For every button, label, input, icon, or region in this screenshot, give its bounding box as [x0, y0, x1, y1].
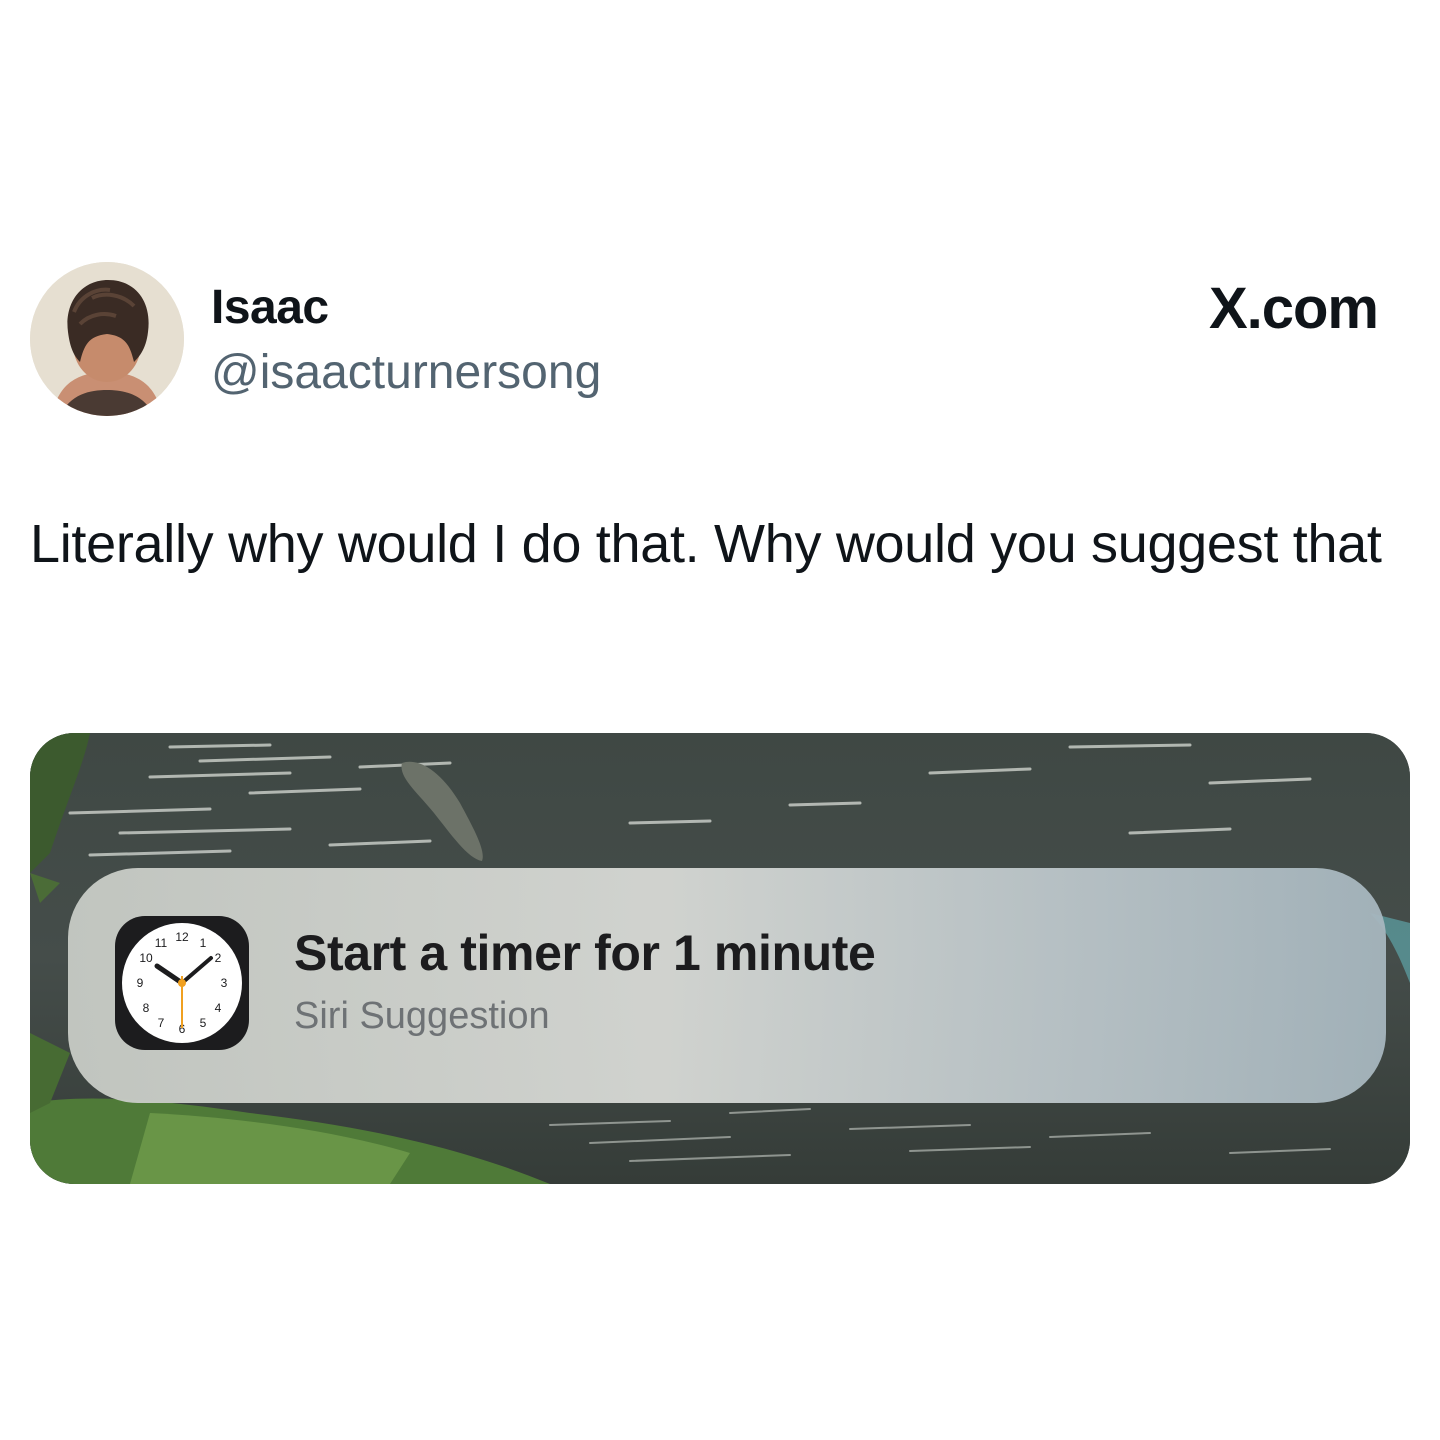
- suggestion-subtitle: Siri Suggestion: [294, 995, 550, 1037]
- clock-number-9: 9: [137, 976, 144, 990]
- author-display-name[interactable]: Isaac: [211, 280, 329, 336]
- author-avatar[interactable]: [30, 262, 184, 416]
- clock-number-5: 5: [200, 1016, 207, 1030]
- clock-number-8: 8: [143, 1001, 150, 1015]
- clock-number-11: 11: [155, 936, 168, 950]
- siri-suggestion-card[interactable]: 12 1 2 3 4 5 6 7 8 9 10 11 Start a timer…: [68, 868, 1386, 1103]
- clock-number-3: 3: [221, 976, 228, 990]
- clock-number-10: 10: [139, 951, 153, 965]
- clock-number-12: 12: [175, 930, 189, 944]
- clock-face: 12 1 2 3 4 5 6 7 8 9 10 11: [122, 923, 242, 1043]
- avatar-photo: [30, 262, 184, 416]
- clock-icon: 12 1 2 3 4 5 6 7 8 9 10 11: [115, 916, 249, 1050]
- author-handle[interactable]: @isaacturnersong: [211, 345, 601, 401]
- post-text: Literally why would I do that. Why would…: [30, 514, 1382, 574]
- clock-number-1: 1: [200, 936, 207, 950]
- clock-number-2: 2: [215, 951, 222, 965]
- post-media[interactable]: 12 1 2 3 4 5 6 7 8 9 10 11 Start a timer…: [30, 733, 1410, 1184]
- clock-number-7: 7: [158, 1016, 165, 1030]
- x-logo: X.com: [1208, 276, 1379, 341]
- clock-number-4: 4: [215, 1001, 222, 1015]
- suggestion-title: Start a timer for 1 minute: [294, 925, 876, 981]
